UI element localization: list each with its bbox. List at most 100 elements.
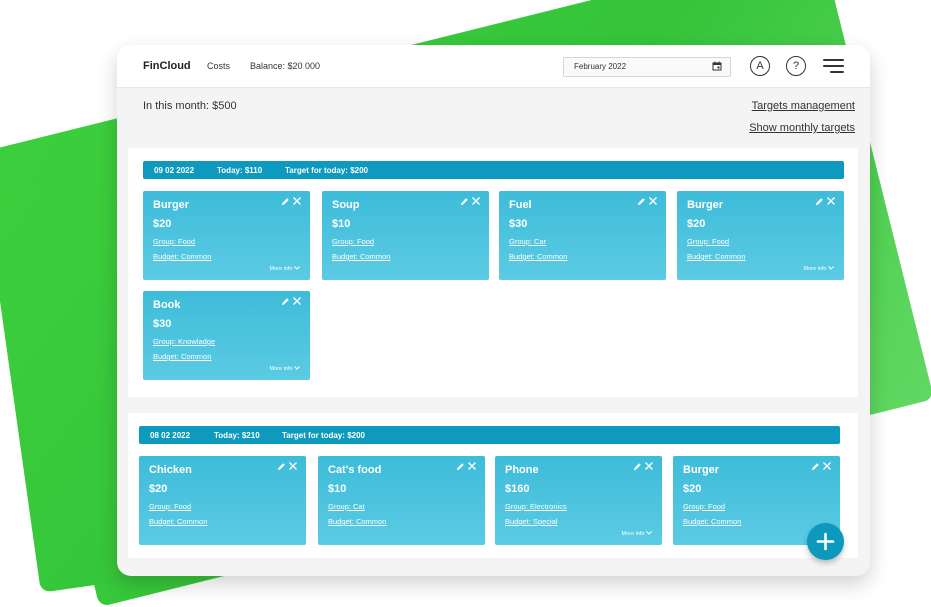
month-picker-value: February 2022 [574, 62, 627, 71]
expense-card[interactable]: Burger $20 Group: Food Budget: Common Mo… [677, 191, 844, 280]
app-window: FinCloud Costs Balance: $20 000 February… [117, 45, 870, 576]
expense-budget-link[interactable]: Budget: Common [153, 252, 211, 261]
day-today-total: Today: $210 [214, 431, 260, 440]
expense-amount: $10 [332, 218, 351, 230]
chevron-down-icon [294, 366, 300, 370]
chevron-down-icon [646, 531, 652, 535]
more-info-link[interactable]: More info [622, 531, 652, 537]
account-icon[interactable]: A [750, 56, 770, 76]
day-target: Target for today: $200 [285, 166, 368, 175]
more-info-label: More info [269, 266, 293, 272]
expense-name: Book [153, 299, 181, 311]
pencil-icon[interactable] [277, 462, 286, 471]
expense-amount: $20 [683, 483, 702, 495]
chevron-down-icon [828, 266, 834, 270]
balance-label: Balance: $20 000 [250, 61, 321, 71]
more-info-label: More info [269, 366, 293, 372]
more-info-link[interactable]: More info [270, 266, 300, 272]
more-info-link[interactable]: More info [804, 266, 834, 272]
expense-group-link[interactable]: Group: Food [153, 237, 195, 246]
expense-amount: $30 [509, 218, 528, 230]
plus-icon [816, 532, 835, 551]
pencil-icon[interactable] [815, 197, 824, 206]
brand-logo: FinCloud [143, 60, 191, 72]
chevron-down-icon [294, 266, 300, 270]
nav-costs-link[interactable]: Costs [207, 61, 230, 71]
day-date: 09 02 2022 [154, 166, 195, 175]
pencil-icon[interactable] [281, 297, 290, 306]
pencil-icon[interactable] [456, 462, 465, 471]
expense-group-link[interactable]: Group: Food [332, 237, 374, 246]
pencil-icon[interactable] [281, 197, 290, 206]
expense-name: Cat's food [328, 464, 382, 476]
expense-card[interactable]: Cat's food $10 Group: Cat Budget: Common [318, 456, 485, 545]
close-icon[interactable] [826, 196, 836, 206]
pencil-icon[interactable] [811, 462, 820, 471]
expense-name: Burger [683, 464, 720, 476]
expense-amount: $20 [149, 483, 168, 495]
more-info-link[interactable]: More info [270, 366, 300, 372]
close-icon[interactable] [822, 461, 832, 471]
close-icon[interactable] [648, 196, 658, 206]
expense-budget-link[interactable]: Budget: Common [149, 517, 207, 526]
top-bar: FinCloud Costs Balance: $20 000 February… [117, 45, 870, 88]
close-icon[interactable] [292, 296, 302, 306]
expense-amount: $20 [687, 218, 706, 230]
expense-group-link[interactable]: Group: Food [687, 237, 729, 246]
more-info-label: More info [803, 266, 827, 272]
expense-name: Burger [153, 199, 190, 211]
expense-name: Chicken [149, 464, 192, 476]
pencil-icon[interactable] [460, 197, 469, 206]
more-info-label: More info [621, 531, 645, 537]
expense-amount: $160 [505, 483, 530, 495]
expense-card[interactable]: Soup $10 Group: Food Budget: Common [322, 191, 489, 280]
help-icon[interactable]: ? [786, 56, 806, 76]
close-icon[interactable] [644, 461, 654, 471]
expense-group-link[interactable]: Group: Car [509, 237, 546, 246]
month-picker[interactable]: February 2022 [563, 57, 731, 77]
expense-group-link[interactable]: Group: Electronics [505, 502, 567, 511]
month-total: In this month: $500 [143, 100, 237, 112]
day-today-total: Today: $110 [217, 166, 263, 175]
expense-group-link[interactable]: Group: Food [149, 502, 191, 511]
expense-group-link[interactable]: Group: Food [683, 502, 725, 511]
expense-budget-link[interactable]: Budget: Common [509, 252, 567, 261]
expense-card[interactable]: Book $30 Group: Knowladge Budget: Common… [143, 291, 310, 380]
expense-budget-link[interactable]: Budget: Special [505, 517, 558, 526]
day-header: 09 02 2022 Today: $110 Target for today:… [143, 161, 844, 179]
expense-budget-link[interactable]: Budget: Common [687, 252, 745, 261]
expense-group-link[interactable]: Group: Cat [328, 502, 365, 511]
expense-budget-link[interactable]: Budget: Common [332, 252, 390, 261]
expense-amount: $30 [153, 318, 172, 330]
day-section: 08 02 2022 Today: $210 Target for today:… [128, 413, 858, 558]
expense-card[interactable]: Phone $160 Group: Electronics Budget: Sp… [495, 456, 662, 545]
close-icon[interactable] [288, 461, 298, 471]
expense-amount: $10 [328, 483, 347, 495]
close-icon[interactable] [467, 461, 477, 471]
expense-budget-link[interactable]: Budget: Common [683, 517, 741, 526]
targets-management-link[interactable]: Targets management [752, 100, 855, 112]
day-section: 09 02 2022 Today: $110 Target for today:… [128, 148, 858, 397]
expense-name: Soup [332, 199, 360, 211]
close-icon[interactable] [471, 196, 481, 206]
day-date: 08 02 2022 [150, 431, 191, 440]
menu-icon[interactable] [823, 59, 844, 73]
add-expense-button[interactable] [807, 523, 844, 560]
expense-group-link[interactable]: Group: Knowladge [153, 337, 215, 346]
close-icon[interactable] [292, 196, 302, 206]
expense-budget-link[interactable]: Budget: Common [328, 517, 386, 526]
expense-budget-link[interactable]: Budget: Common [153, 352, 211, 361]
day-target: Target for today: $200 [282, 431, 365, 440]
expense-name: Phone [505, 464, 539, 476]
pencil-icon[interactable] [633, 462, 642, 471]
day-header: 08 02 2022 Today: $210 Target for today:… [139, 426, 840, 444]
calendar-icon[interactable] [712, 61, 722, 71]
expense-card[interactable]: Burger $20 Group: Food Budget: Common Mo… [143, 191, 310, 280]
pencil-icon[interactable] [637, 197, 646, 206]
expense-card[interactable]: Fuel $30 Group: Car Budget: Common [499, 191, 666, 280]
expense-amount: $20 [153, 218, 172, 230]
expense-name: Fuel [509, 199, 532, 211]
expense-card[interactable]: Chicken $20 Group: Food Budget: Common [139, 456, 306, 545]
monthly-targets-link[interactable]: Show monthly targets [749, 122, 855, 134]
expense-name: Burger [687, 199, 724, 211]
